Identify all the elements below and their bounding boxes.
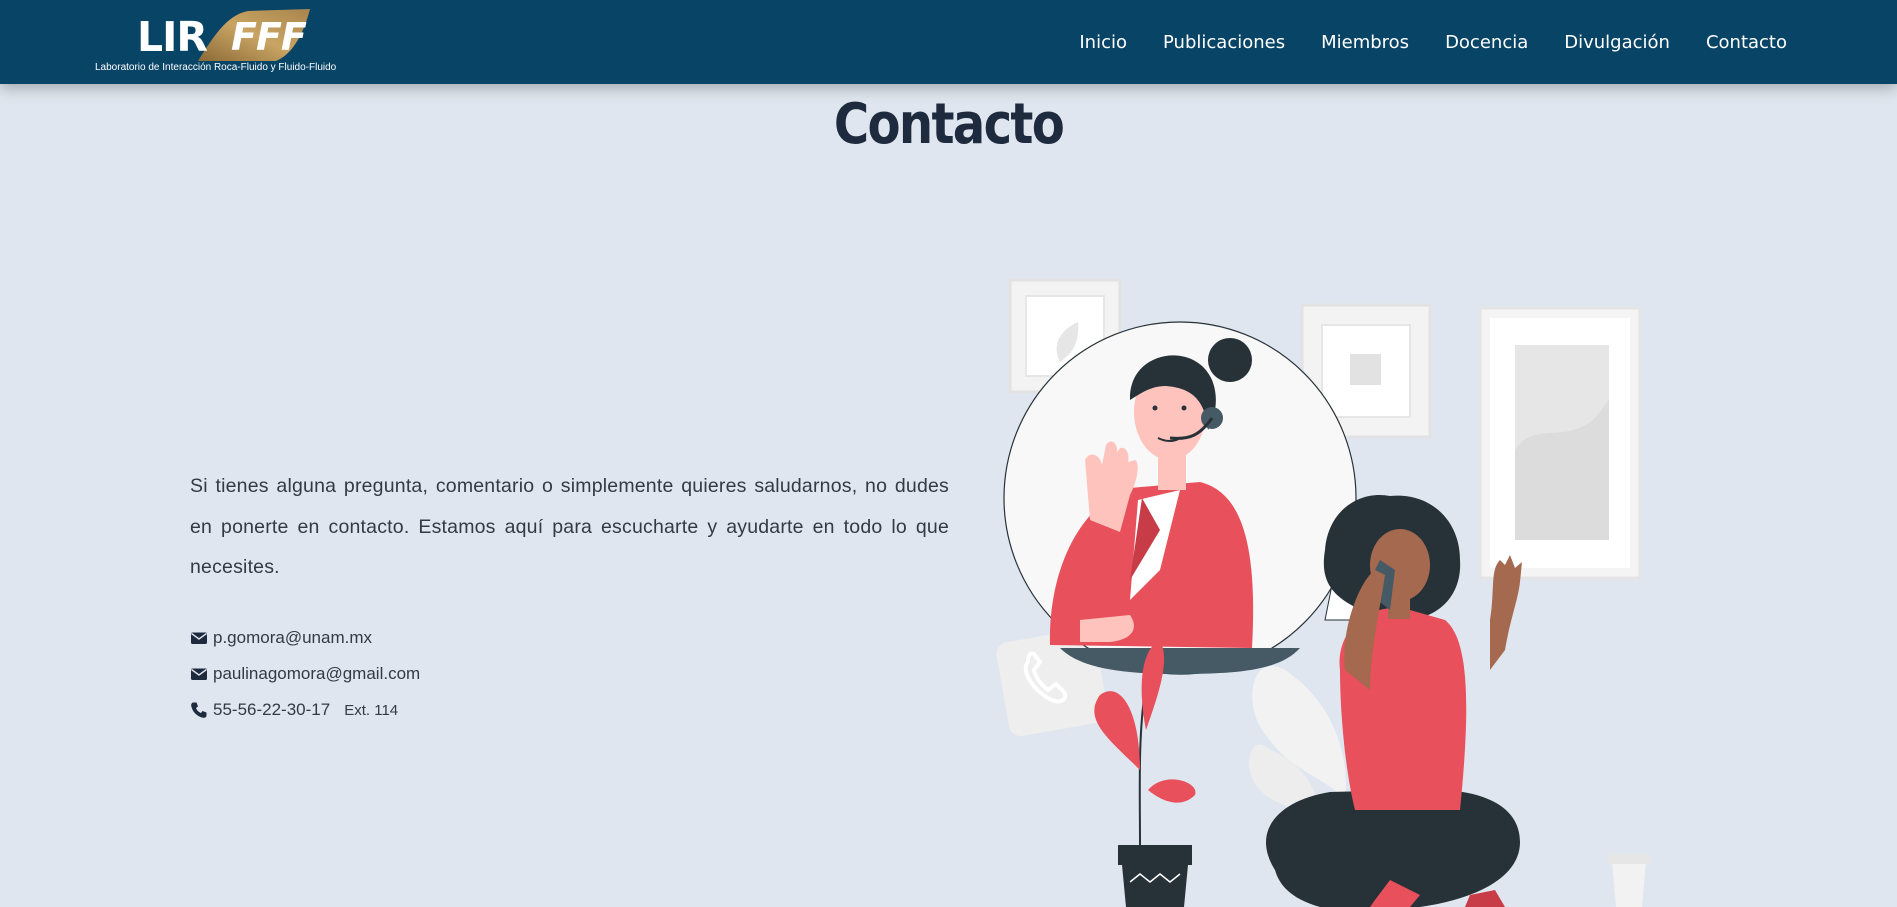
- contact-phone-link[interactable]: 55-56-22-30-17: [213, 700, 330, 720]
- phone-icon: [191, 702, 207, 718]
- logo-subtitle: Laboratorio de Interacción Roca-Fluido y…: [95, 62, 337, 73]
- picture-frame-right: [1478, 306, 1642, 580]
- page-title: Contacto: [833, 92, 1065, 157]
- site-logo[interactable]: LIR FFF Laboratorio de Interacción Roca-…: [95, 9, 355, 75]
- contact-illustration: [996, 278, 1650, 907]
- phone-extension: Ext. 114: [344, 701, 399, 719]
- contact-email-row: paulinagomora@gmail.com: [190, 656, 420, 692]
- nav-link-docencia[interactable]: Docencia: [1445, 32, 1528, 53]
- potted-plant: [1094, 640, 1196, 907]
- contact-intro-text: Si tienes alguna pregunta, comentario o …: [190, 475, 949, 578]
- envelope-icon: [191, 632, 207, 644]
- nav-link-miembros[interactable]: Miembros: [1321, 32, 1409, 53]
- contact-phone-row: 55-56-22-30-17 Ext. 114: [190, 692, 420, 728]
- main-nav: Inicio Publicaciones Miembros Docencia D…: [1079, 0, 1787, 84]
- contact-email-row: p.gomora@unam.mx: [190, 620, 420, 656]
- logo-text-accent: FFF: [231, 15, 307, 59]
- navbar: LIR FFF Laboratorio de Interacción Roca-…: [0, 0, 1897, 84]
- coffee-cup-decoration: [1608, 854, 1650, 907]
- logo-text-main: LIR: [137, 13, 208, 61]
- nav-link-divulgacion[interactable]: Divulgación: [1564, 32, 1670, 53]
- contact-email-link[interactable]: p.gomora@unam.mx: [213, 628, 372, 648]
- nav-link-inicio[interactable]: Inicio: [1079, 32, 1127, 53]
- envelope-icon: [191, 668, 207, 680]
- nav-link-publicaciones[interactable]: Publicaciones: [1163, 32, 1285, 53]
- contact-email-link[interactable]: paulinagomora@gmail.com: [213, 664, 420, 684]
- contact-list: p.gomora@unam.mx paulinagomora@gmail.com…: [190, 620, 420, 728]
- nav-link-contacto[interactable]: Contacto: [1706, 32, 1787, 53]
